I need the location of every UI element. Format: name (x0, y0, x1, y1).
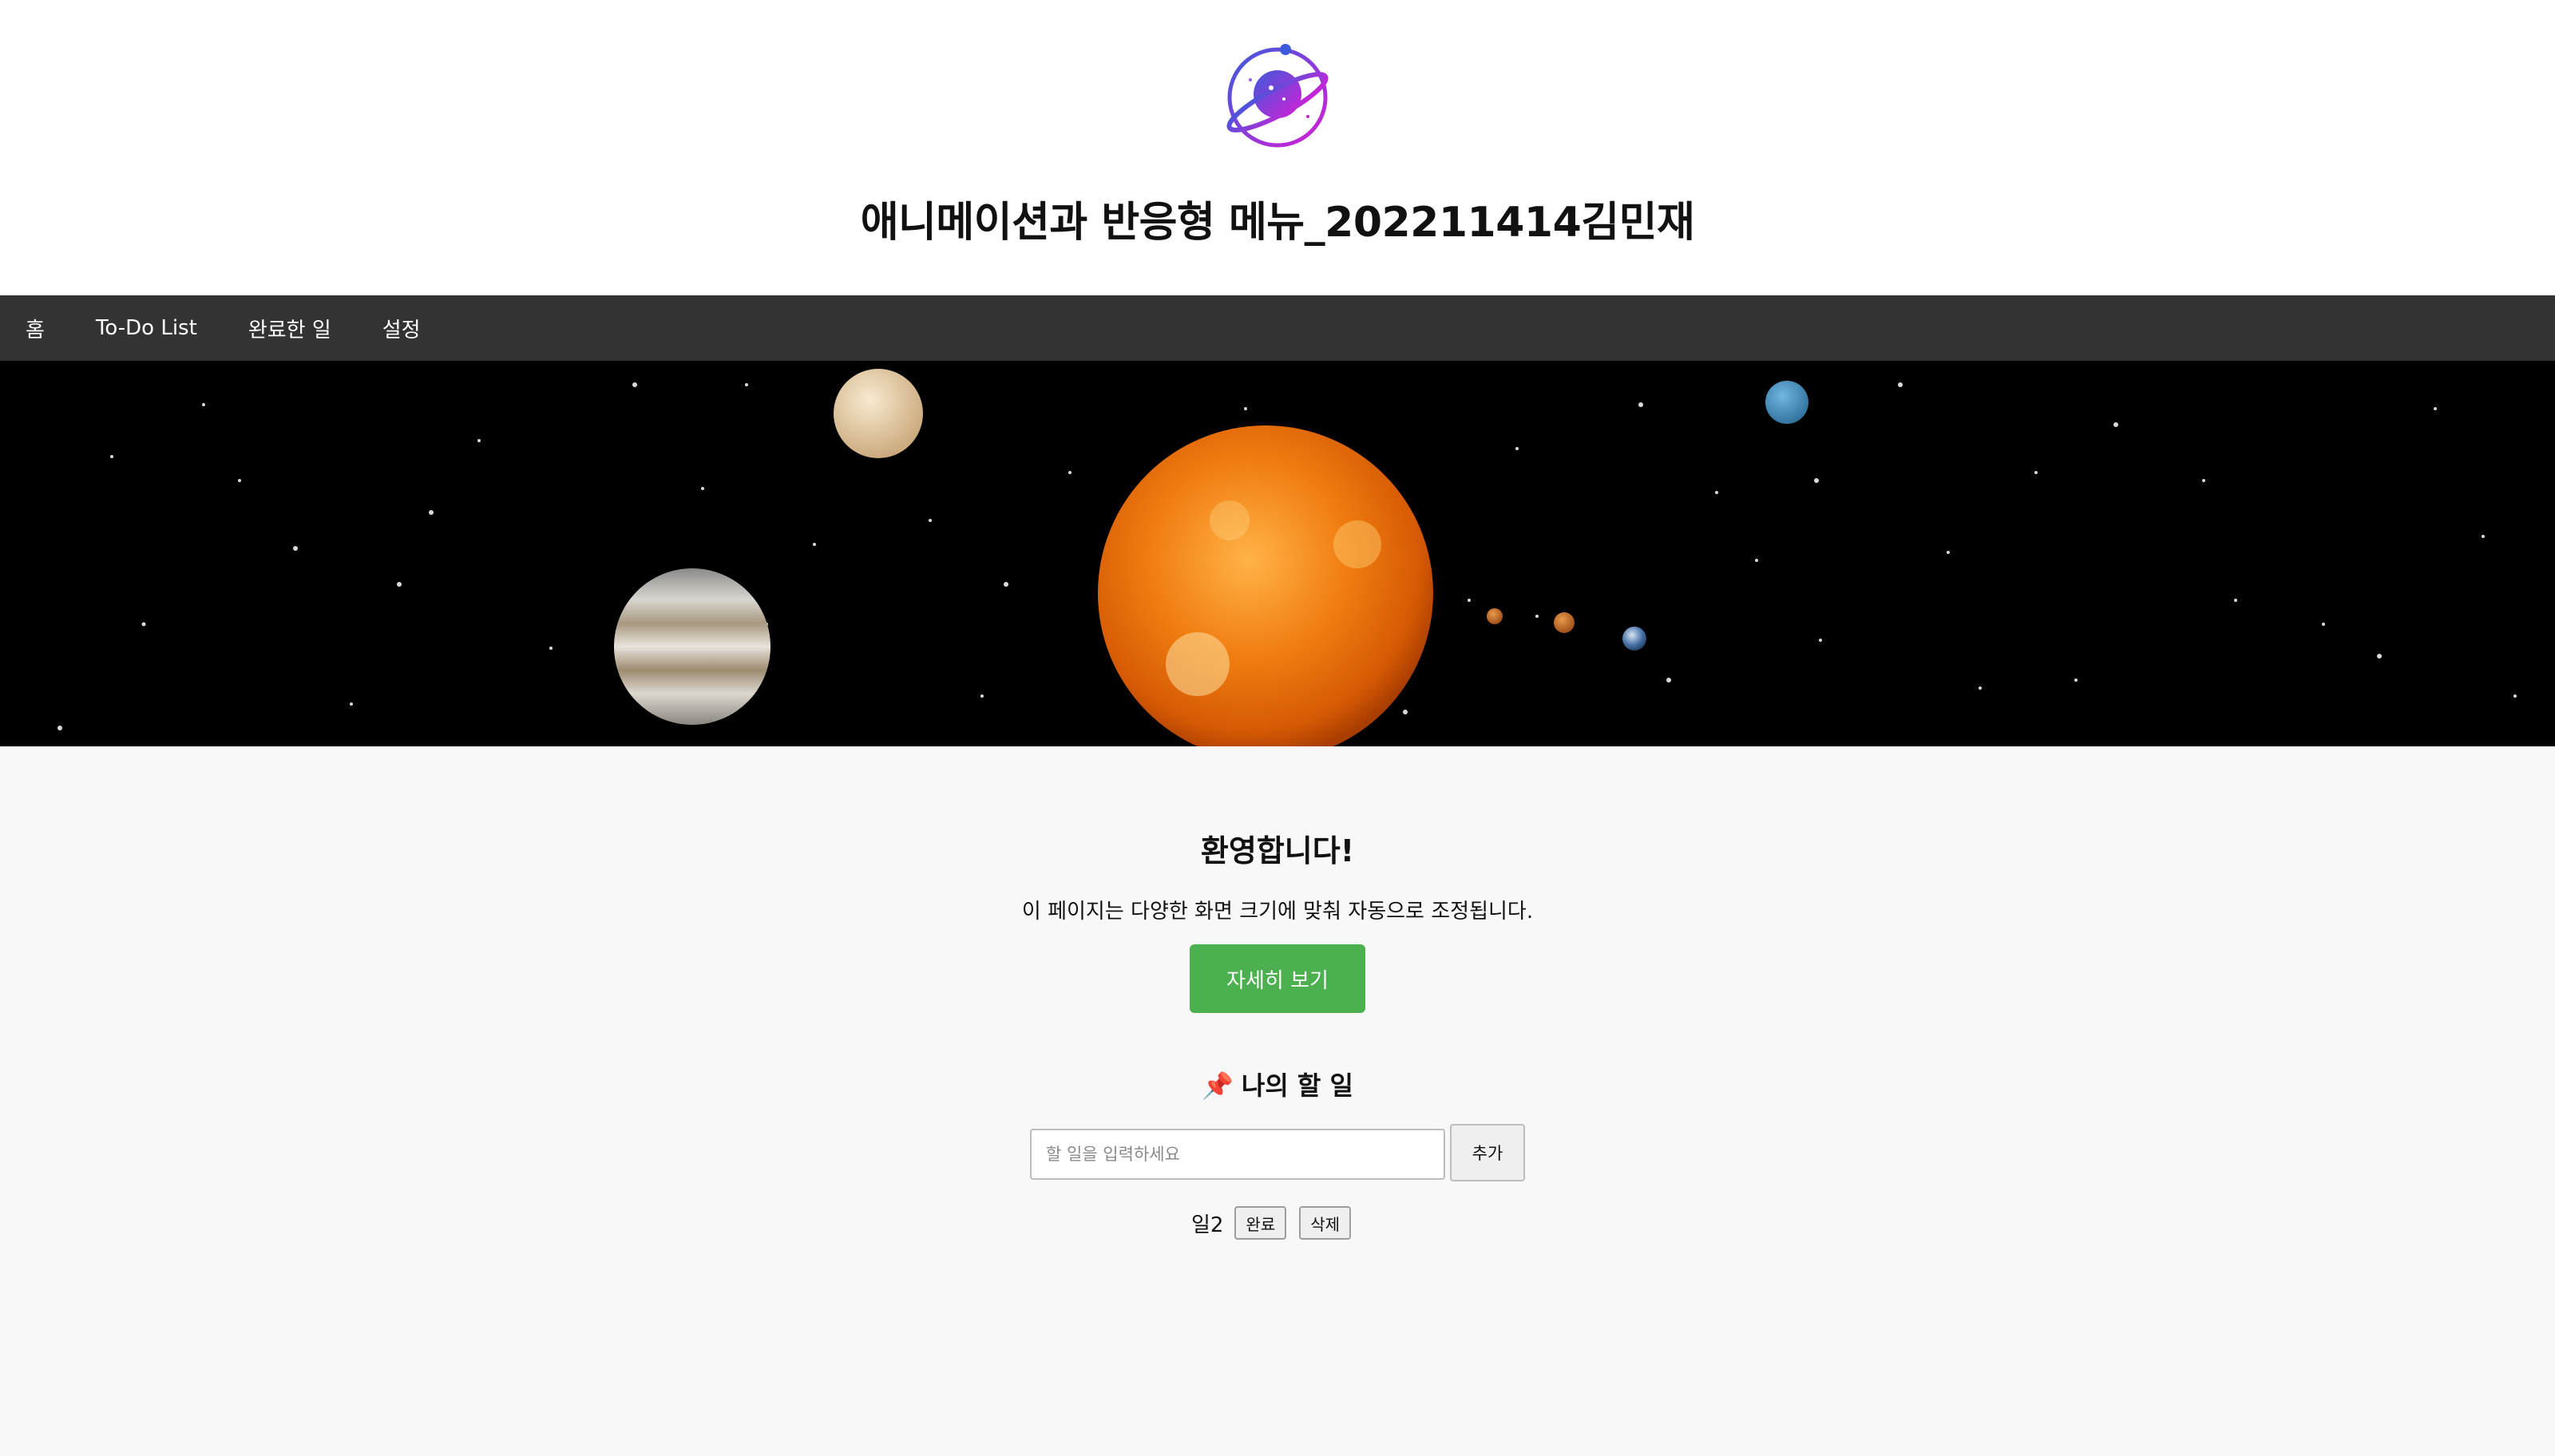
nav-item-completed[interactable]: 완료한 일 (223, 295, 357, 361)
welcome-title: 환영합니다! (1200, 833, 1355, 868)
delete-button[interactable]: 삭제 (1299, 1206, 1352, 1240)
todo-item-text: 일2 (1190, 1213, 1224, 1237)
todo-title-text: 나의 할 일 (1241, 1070, 1353, 1101)
nav-item-settings[interactable]: 설정 (357, 295, 446, 361)
solar-system-image (0, 361, 2555, 746)
todo-input[interactable] (1030, 1129, 1445, 1180)
site-header: 애니메이션과 반응형 메뉴_202211414김민재 (0, 0, 2555, 295)
list-item: 일2 완료 삭제 (1191, 1206, 1364, 1240)
todo-list: 일2 완료 삭제 (0, 1205, 2555, 1240)
add-todo-button[interactable]: 추가 (1450, 1124, 1525, 1181)
nav-item-home[interactable]: 홈 (0, 295, 70, 361)
welcome-text: 이 페이지는 다양한 화면 크기에 맞춰 자동으로 조정됩니다. (1021, 900, 1534, 924)
nav-item-todo-list[interactable]: To-Do List (70, 295, 223, 361)
more-button[interactable]: 자세히 보기 (1190, 944, 1365, 1013)
page-title: 애니메이션과 반응형 메뉴_202211414김민재 (860, 199, 1695, 247)
todo-title: 📌 나의 할 일 (0, 1066, 2555, 1102)
pin-icon: 📌 (1202, 1070, 1234, 1101)
main-content: 환영합니다! 이 페이지는 다양한 화면 크기에 맞춰 자동으로 조정됩니다. … (0, 746, 2555, 1453)
main-nav: 홈 To-Do List 완료한 일 설정 (0, 295, 2555, 361)
planet-logo-icon (1222, 40, 1333, 152)
complete-button[interactable]: 완료 (1234, 1206, 1287, 1240)
